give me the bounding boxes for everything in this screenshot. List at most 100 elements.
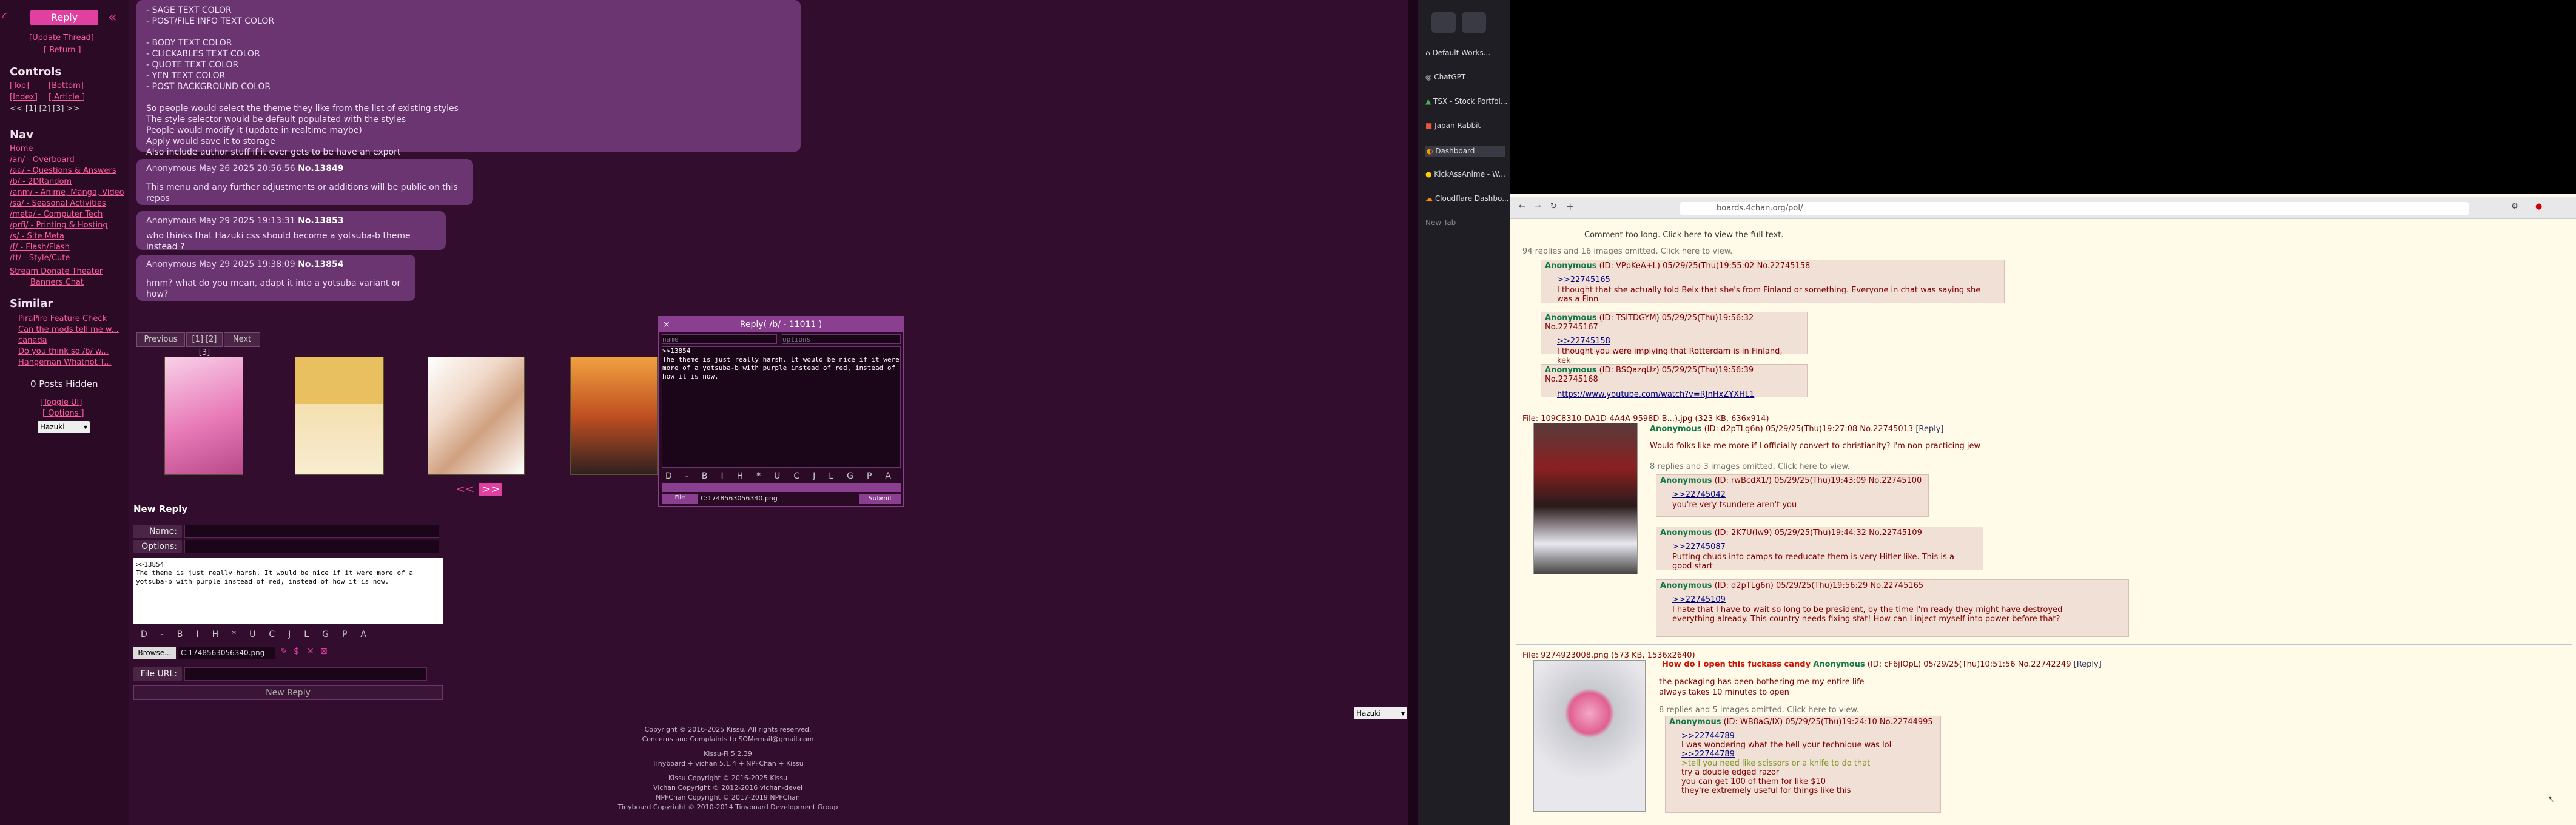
fmt-button[interactable]: A [885,471,891,481]
nav-link[interactable]: /an/ - Overboard [10,155,75,164]
fmt-button[interactable]: G [847,471,853,481]
qr-file-button[interactable]: File [662,494,698,504]
op-image[interactable] [1533,423,1638,574]
bottom-link[interactable]: [Bottom] [49,81,84,90]
prev-page-button[interactable]: Previous [136,332,185,347]
qr-comment-field[interactable]: >>13854 The theme is just really harsh. … [662,346,901,468]
fmt-button[interactable]: B [177,630,183,639]
options-field[interactable] [184,540,439,553]
reply-button[interactable]: Reply [30,10,98,25]
clear-icon[interactable]: ⊠ [320,647,328,656]
page-links[interactable]: << [1] [2] [3] >> [10,104,79,113]
reload-icon[interactable]: ↻ [1550,202,1557,211]
quick-reply-title[interactable]: × Reply( /b/ - 11011 ) [659,317,903,332]
qr-options-field[interactable] [782,334,901,344]
fmt-button[interactable]: J [813,471,815,481]
similar-link[interactable]: Can the mods tell me w... [18,325,119,334]
thread-thumbnail[interactable] [570,357,658,475]
profile-icon[interactable]: ● [2535,202,2542,211]
nav-link[interactable]: /b/ - 2DRandom [10,177,72,186]
fmt-button[interactable]: G [322,630,329,639]
tab[interactable]: ◐ Dashboard [1425,146,1505,157]
fmt-button[interactable]: C [269,630,275,639]
edit-icon[interactable]: ✎ [280,647,288,656]
fmt-button[interactable]: I [196,630,198,639]
similar-link[interactable]: canada [18,336,47,345]
extensions-icon[interactable]: ⚙ [2511,202,2518,211]
nav-link[interactable]: Home [10,144,33,153]
fmt-button[interactable]: L [304,630,309,639]
thread-thumbnail[interactable] [428,357,525,475]
update-thread-link[interactable]: [Update Thread] [29,33,94,42]
fmt-button[interactable]: L [829,471,833,481]
post-number[interactable]: No.13849 [298,164,343,173]
thumbs-next-icon[interactable]: >> [479,483,503,496]
remove-icon[interactable]: ✕ [307,647,314,656]
back-icon[interactable]: ← [1519,202,1525,211]
address-bar[interactable]: boards.4chan.org/pol/ [1680,202,2469,215]
post-number[interactable]: No.13853 [298,216,343,226]
tab[interactable]: ☁ Cloudflare Dashbo... [1425,194,1509,203]
fmt-button[interactable]: D [665,471,672,481]
theme-select[interactable]: Hazuki ▾ [38,421,90,433]
fmt-button[interactable]: B [702,471,708,481]
fmt-button[interactable]: H [212,630,219,639]
quote-link[interactable]: >>22745165 [1541,272,2004,285]
tab[interactable]: ⌂ Default Works... [1425,49,1490,57]
fmt-button[interactable]: C [793,471,799,481]
tab[interactable]: ▲ TSX - Stock Portfol... [1425,97,1507,106]
forward-icon[interactable]: → [1535,202,1541,211]
collapse-icon[interactable]: « [108,8,117,25]
similar-link[interactable]: PiraPiro Feature Check [18,314,107,323]
next-page-button[interactable]: Next [224,332,260,347]
fmt-button[interactable]: H [737,471,744,481]
post-number[interactable]: No.13854 [298,260,343,269]
reply-link[interactable]: [Reply] [2074,660,2102,669]
nav-link[interactable]: Banners Chat [30,278,84,287]
quote-link[interactable]: >>22745109 [1656,591,2128,604]
fmt-button[interactable]: D [141,630,147,639]
fmt-button[interactable]: U [774,471,780,481]
fmt-button[interactable]: P [342,630,347,639]
thread-thumbnail[interactable] [164,357,243,475]
fmt-button[interactable]: * [756,471,761,481]
fmt-button[interactable]: U [249,630,255,639]
toggle-ui-link[interactable]: [Toggle UI] [40,398,82,407]
nav-link[interactable]: /sa/ - Seasonal Activities [10,199,106,208]
nav-link[interactable]: /meta/ - Computer Tech [10,210,103,219]
fmt-button[interactable]: I [721,471,723,481]
qr-submit-button[interactable]: Submit [859,494,901,504]
post-link[interactable]: https://www.youtube.com/watch?v=RJnHxZYX… [1541,385,1807,404]
nav-link[interactable]: /anm/ - Anime, Manga, Video [10,188,124,197]
qr-name-field[interactable] [662,334,777,344]
tab[interactable]: ◎ ChatGPT [1425,73,1465,81]
nav-link[interactable]: /s/ - Site Meta [10,232,64,241]
quote-link[interactable]: >>22744789 [1666,728,1940,741]
fmt-button[interactable]: J [288,630,291,639]
quote-link[interactable]: >>22744789 [1666,750,1940,759]
fmt-button[interactable]: P [867,471,872,481]
new-reply-submit[interactable]: New Reply [133,685,443,700]
similar-link[interactable]: Hangeman Whatnot T... [18,358,112,367]
return-link[interactable]: [ Return ] [44,45,81,55]
index-link[interactable]: [Index] [10,93,38,102]
rss-icon[interactable]: ◜ [2,10,23,25]
scrollbar[interactable] [1408,0,1418,825]
similar-link[interactable]: Do you think so /b/ w... [18,347,109,356]
nav-link[interactable]: Stream Donate Theater [10,267,103,276]
spoiler-icon[interactable]: $ [294,647,299,656]
nav-link[interactable]: /aa/ - Questions & Answers [10,166,116,175]
top-link[interactable]: [Top] [10,81,29,90]
nav-link[interactable]: /f/ - Flash/Flash [10,243,70,252]
quote-link[interactable]: >>22745158 [1541,333,1807,346]
thumbs-prev-icon[interactable]: << [456,483,474,496]
comment-field[interactable]: >>13854 The theme is just really harsh. … [133,558,443,624]
fmt-button[interactable]: * [232,630,236,639]
footer-theme-select[interactable]: Hazuki ▾ [1354,707,1407,719]
op-image[interactable] [1533,660,1646,812]
close-icon[interactable]: × [663,317,670,332]
fmt-button[interactable]: - [685,471,688,481]
tab-sidebar-button[interactable] [1431,12,1456,33]
nav-link[interactable]: /prfi/ - Printing & Hosting [10,221,108,230]
tab[interactable]: New Tab [1425,218,1456,227]
